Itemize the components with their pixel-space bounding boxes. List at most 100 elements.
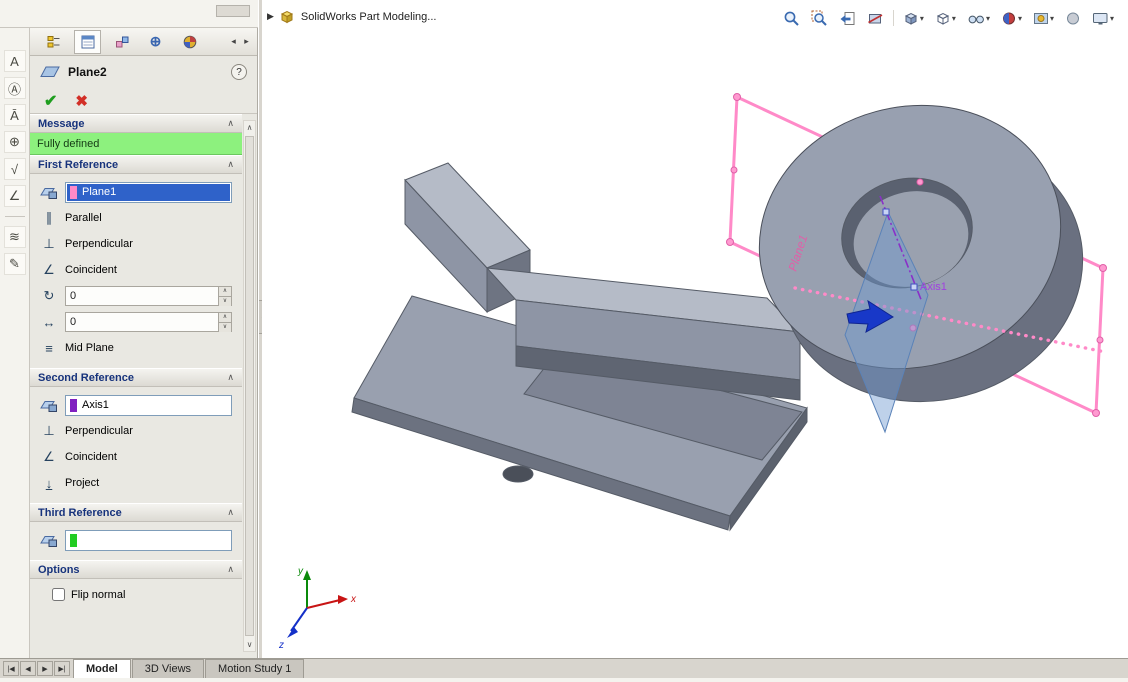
second-reference-selection-box[interactable]: Axis1 [65, 395, 232, 416]
note-icon[interactable]: A [4, 50, 26, 72]
mid-plane-option-row[interactable]: ≡ Mid Plane [30, 335, 242, 361]
plane1-edge-handle[interactable] [917, 179, 923, 185]
full-screen-button[interactable]: ▾ [1088, 7, 1118, 29]
last-tab-button[interactable]: ▶| [54, 661, 70, 676]
propertymanager-tab[interactable] [74, 30, 101, 54]
flyout-tree-arrow-icon[interactable]: ▶ [267, 11, 274, 22]
tab-motion-study-1[interactable]: Motion Study 1 [205, 659, 304, 678]
dimxpertmanager-tab[interactable]: ⊕ [142, 30, 169, 54]
perpendicular-icon: ⊥ [40, 423, 58, 439]
tab-model[interactable]: Model [73, 659, 131, 678]
axis1-handle[interactable] [911, 284, 917, 290]
balloon-icon[interactable]: Ⓐ [4, 77, 26, 99]
triad-z-label: z [278, 640, 284, 651]
hide-show-items-button[interactable]: ▾ [963, 7, 994, 29]
apply-scene-button[interactable]: ▾ [1029, 7, 1058, 29]
chevron-up-icon: ∧ [227, 159, 234, 170]
spin-up-icon[interactable]: ∧ [219, 287, 231, 297]
coincident-option-row[interactable]: ∠ Coincident [30, 257, 242, 283]
orientation-triad: y x z [278, 566, 357, 651]
tab-3d-views[interactable]: 3D Views [132, 659, 204, 678]
featuremanager-tab[interactable] [40, 30, 67, 54]
document-title[interactable]: SolidWorks Part Modeling... [301, 11, 437, 23]
chevron-up-icon: ∧ [227, 372, 234, 383]
flip-normal-row[interactable]: Flip normal [30, 584, 242, 605]
configurationmanager-tab[interactable] [108, 30, 135, 54]
display-style-button[interactable]: ▾ [931, 7, 960, 29]
next-tab-button[interactable]: ▶ [37, 661, 53, 676]
reference-plane-select-icon [40, 185, 58, 200]
section-view-button[interactable] [863, 7, 888, 29]
third-reference-section-header[interactable]: Third Reference ∧ [30, 503, 242, 522]
surface-finish-icon[interactable]: √ [4, 158, 26, 180]
chevron-down-icon: ▾ [1018, 14, 1022, 23]
first-reference-section-header[interactable]: First Reference ∧ [30, 155, 242, 174]
tab-model-label: Model [86, 663, 118, 675]
angle-spin-box: ∧ ∨ [65, 286, 232, 306]
selected-reference-item[interactable]: Plane1 [67, 184, 230, 201]
plane1-corner-handle[interactable] [1100, 265, 1107, 272]
edit-appearance-button[interactable]: ▾ [997, 7, 1026, 29]
spin-down-icon[interactable]: ∨ [219, 323, 231, 332]
plane1-corner-handle[interactable] [1093, 410, 1100, 417]
page-title: Plane2 [68, 65, 107, 79]
perpendicular-option-row[interactable]: ⊥ Perpendicular [30, 418, 242, 444]
previous-view-button[interactable] [835, 7, 860, 29]
model-scene[interactable]: Plane1 Axis1 y x z [262, 0, 1128, 658]
zoom-to-fit-button[interactable] [779, 7, 804, 29]
panel-scrollbar[interactable]: ∧ ∨ [243, 120, 256, 652]
flip-normal-checkbox[interactable] [52, 588, 65, 601]
panel-collapse-button[interactable] [216, 5, 250, 17]
third-reference-body [30, 522, 242, 560]
second-reference-title: Second Reference [38, 372, 134, 384]
tab-scroll-right-icon[interactable]: ▸ [240, 33, 253, 51]
coincident-option-row[interactable]: ∠ Coincident [30, 444, 242, 470]
appearance-ball-icon [1001, 10, 1017, 27]
first-reference-selection-box[interactable]: Plane1 [65, 182, 232, 203]
weld-symbol-icon[interactable]: ∠ [4, 185, 26, 207]
view-orientation-button[interactable]: ▾ [899, 7, 928, 29]
caterpillar-icon[interactable]: ≋ [4, 226, 26, 248]
plane1-edge-handle[interactable] [1097, 337, 1103, 343]
zoom-to-area-button[interactable] [807, 7, 832, 29]
plane1-corner-handle[interactable] [734, 94, 741, 101]
ok-button[interactable]: ✔ [44, 91, 57, 111]
plane1-corner-handle[interactable] [727, 239, 734, 246]
spin-down-icon[interactable]: ∨ [219, 297, 231, 306]
cancel-button[interactable]: ✖ [75, 92, 88, 110]
status-badge: Fully defined [30, 133, 242, 155]
first-tab-button[interactable]: |◀ [3, 661, 19, 676]
graphics-area[interactable]: Plane1 Axis1 y x z ▶ Soli [262, 0, 1128, 658]
triad-x-label: x [350, 594, 357, 605]
tab-scroll-left-icon[interactable]: ◂ [227, 33, 240, 51]
angle-input[interactable] [66, 287, 218, 305]
second-reference-item[interactable]: Axis1 [67, 397, 230, 414]
previous-tab-button[interactable]: ◀ [20, 661, 36, 676]
help-button[interactable]: ? [231, 64, 247, 80]
message-section-header[interactable]: Message ∧ [30, 114, 242, 133]
view-settings-button[interactable] [1061, 7, 1085, 29]
second-reference-section-header[interactable]: Second Reference ∧ [30, 368, 242, 387]
settings-ball-icon [1065, 10, 1081, 27]
third-reference-selection-box[interactable] [65, 530, 232, 551]
scroll-up-icon[interactable]: ∧ [244, 121, 255, 134]
geometric-tolerance-icon[interactable]: ⊕ [4, 131, 26, 153]
options-section-header[interactable]: Options ∧ [30, 560, 242, 579]
edit-annotation-icon[interactable]: ✎ [4, 253, 26, 275]
project-option-row[interactable]: ↓ Project [30, 470, 242, 496]
plane1-edge-handle[interactable] [731, 167, 737, 173]
third-reference-item[interactable] [67, 532, 230, 549]
perpendicular-option-row[interactable]: ⊥ Perpendicular [30, 231, 242, 257]
parallel-option-row[interactable]: ∥ Parallel [30, 205, 242, 231]
part-model[interactable] [352, 72, 1112, 530]
displaymanager-tab[interactable] [176, 30, 203, 54]
base-hole[interactable] [503, 466, 533, 482]
scroll-down-icon[interactable]: ∨ [244, 638, 255, 651]
axis1-handle[interactable] [883, 209, 889, 215]
scrollbar-thumb[interactable] [245, 136, 254, 636]
spin-up-icon[interactable]: ∧ [219, 313, 231, 323]
datum-feature-icon[interactable]: Ā [4, 104, 26, 126]
angle-field-row: ↻ ∧ ∨ [30, 283, 242, 309]
toolbar-divider [893, 10, 894, 26]
distance-input[interactable] [66, 313, 218, 331]
